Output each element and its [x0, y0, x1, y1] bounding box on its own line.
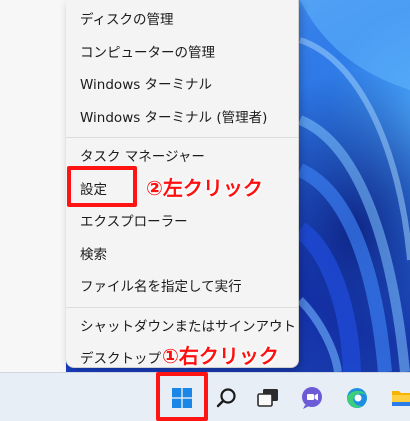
- menu-item-windows-terminal[interactable]: Windows ターミナル: [66, 69, 298, 102]
- settings-highlight-box: [67, 166, 137, 207]
- teams-chat-icon[interactable]: [294, 373, 330, 421]
- chevron-right-icon: ›: [276, 318, 282, 334]
- edge-icon[interactable]: [339, 373, 375, 421]
- start-button-highlight-box: [156, 372, 208, 421]
- menu-item-run[interactable]: ファイル名を指定して実行: [66, 271, 298, 304]
- menu-item-search[interactable]: 検索: [66, 239, 298, 272]
- menu-separator: [66, 137, 298, 138]
- menu-item-windows-terminal-admin[interactable]: Windows ターミナル (管理者): [66, 102, 298, 135]
- background-window: [0, 0, 66, 372]
- menu-item-shutdown-signout[interactable]: シャットダウンまたはサインアウト ›: [66, 311, 298, 344]
- menu-item-disk-management[interactable]: ディスクの管理: [66, 4, 298, 37]
- file-explorer-icon[interactable]: [384, 373, 410, 421]
- menu-item-explorer[interactable]: エクスプローラー: [66, 206, 298, 239]
- left-click-annotation: ②左クリック: [146, 176, 263, 200]
- menu-separator: [66, 306, 298, 308]
- menu-item-label: シャットダウンまたはサインアウト: [80, 318, 296, 335]
- task-view-icon[interactable]: [250, 373, 286, 421]
- right-click-annotation: ①右クリック: [162, 344, 279, 368]
- search-icon[interactable]: [209, 373, 245, 421]
- menu-item-computer-management[interactable]: コンピューターの管理: [66, 37, 298, 70]
